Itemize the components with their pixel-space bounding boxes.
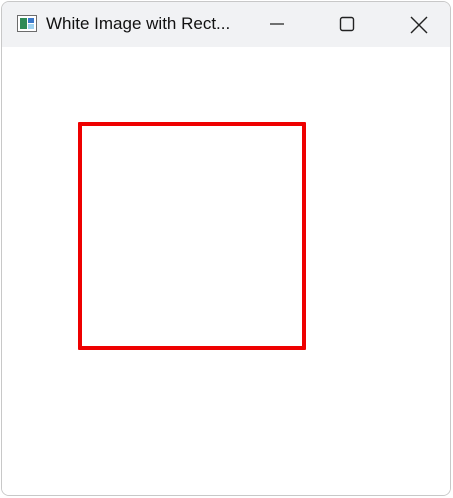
maximize-button[interactable]	[324, 2, 370, 47]
minimize-icon	[270, 23, 284, 25]
window-title: White Image with Rect...	[46, 14, 231, 33]
red-rectangle	[78, 122, 306, 350]
title-bar[interactable]: White Image with Rect...	[2, 2, 450, 47]
image-canvas	[2, 47, 450, 495]
close-icon	[410, 16, 428, 34]
app-window: White Image with Rect...	[1, 1, 451, 496]
maximize-icon	[339, 16, 355, 32]
image-viewer-icon	[17, 15, 37, 32]
minimize-button[interactable]	[254, 2, 300, 47]
close-button[interactable]	[395, 2, 441, 47]
